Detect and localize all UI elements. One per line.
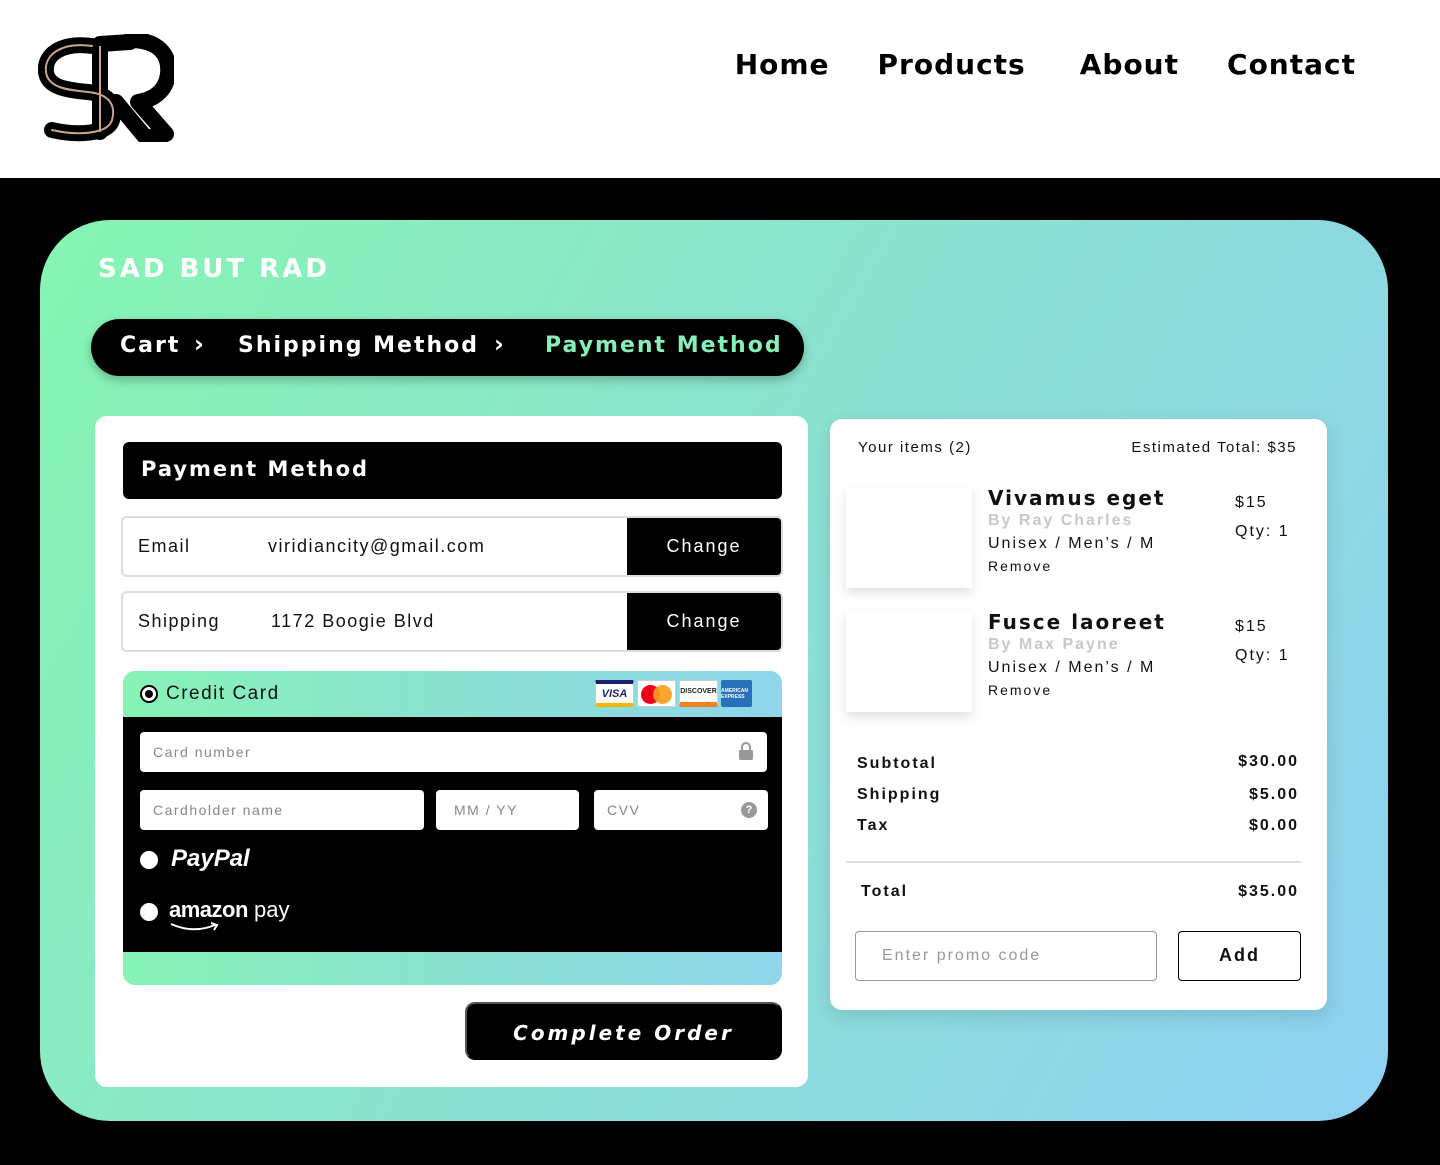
remove-item-link[interactable]: Remove: [988, 558, 1052, 574]
item-quantity[interactable]: Qty: 1: [1235, 647, 1290, 665]
nav-about[interactable]: About: [1080, 48, 1179, 81]
shipping-row: Shipping 1172 Boogie Blvd Change: [121, 591, 783, 652]
lock-icon: [739, 742, 753, 760]
brand-title: SAD BUT RAD: [98, 254, 330, 284]
payment-header-title: Payment Method: [141, 457, 370, 481]
item-name[interactable]: Fusce laoreet: [988, 610, 1166, 634]
paypal-radio[interactable]: [140, 851, 158, 869]
shipping-cost-value: $5.00: [1248, 786, 1299, 803]
credit-card-label: Credit Card: [166, 683, 280, 704]
payment-header: Payment Method: [123, 442, 782, 499]
nav-home[interactable]: Home: [735, 48, 830, 81]
help-icon[interactable]: ?: [741, 802, 757, 818]
credit-card-radio[interactable]: [140, 685, 158, 703]
product-thumbnail[interactable]: [846, 487, 972, 588]
cardholder-name-input[interactable]: Cardholder name: [140, 790, 424, 830]
cvv-placeholder: CVV: [607, 802, 641, 818]
payment-options: Credit Card VISA DISCOVER AMERICAN EXPRE…: [123, 671, 782, 985]
subtotal-label: Subtotal: [857, 755, 937, 772]
credit-card-option[interactable]: Credit Card VISA DISCOVER AMERICAN EXPRE…: [123, 671, 782, 717]
discover-icon: DISCOVER: [679, 680, 718, 707]
breadcrumb-payment: Payment Method: [545, 333, 783, 358]
card-number-placeholder: Card number: [153, 744, 252, 760]
expiry-input[interactable]: MM / YY: [436, 790, 579, 830]
sbr-logo[interactable]: [38, 34, 174, 142]
item-artist: By Ray Charles: [988, 512, 1134, 529]
amazon-pay-word: pay: [254, 897, 290, 922]
nav-contact[interactable]: Contact: [1227, 48, 1356, 81]
card-brands: VISA DISCOVER AMERICAN EXPRESS: [595, 680, 752, 707]
total-value: $35.00: [1238, 883, 1299, 900]
subtotal-value: $30.00: [1238, 753, 1299, 770]
add-promo-button[interactable]: Add: [1178, 931, 1301, 981]
order-summary: Your items (2) Estimated Total: $35 Viva…: [830, 419, 1327, 1010]
promo-code-placeholder: Enter promo code: [882, 947, 1042, 964]
email-row: Email viridiancity@gmail.com Change: [121, 516, 783, 577]
tax-value: $0.00: [1248, 817, 1299, 834]
checkout-panel: SAD BUT RAD Cart › Shipping Method › Pay…: [40, 220, 1388, 1121]
complete-order-button[interactable]: Complete Order: [465, 1002, 782, 1060]
product-thumbnail[interactable]: [846, 611, 972, 712]
amazon-pay-logo[interactable]: amazon pay: [169, 897, 290, 923]
chevron-right-icon: ›: [494, 330, 506, 358]
total-label: Total: [861, 883, 909, 900]
breadcrumb-shipping[interactable]: Shipping Method: [238, 333, 479, 358]
top-bar: Home Products About Contact: [0, 0, 1440, 178]
amex-icon: AMERICAN EXPRESS: [721, 680, 752, 707]
mastercard-icon: [637, 680, 676, 707]
estimated-total: Estimated Total: $35: [1131, 439, 1297, 456]
email-value: viridiancity@gmail.com: [268, 536, 486, 556]
remove-item-link[interactable]: Remove: [988, 682, 1052, 698]
cardholder-placeholder: Cardholder name: [153, 802, 284, 818]
items-count: Your items (2): [858, 439, 972, 456]
summary-divider: [846, 861, 1301, 863]
amazon-pay-radio[interactable]: [140, 903, 158, 921]
cvv-input[interactable]: CVV ?: [594, 790, 768, 830]
visa-icon: VISA: [595, 680, 634, 707]
chevron-right-icon: ›: [194, 330, 206, 358]
item-price: $15: [1235, 494, 1268, 511]
shipping-cost-label: Shipping: [857, 786, 942, 803]
nav-products[interactable]: Products: [878, 48, 1026, 81]
shipping-label: Shipping: [138, 611, 221, 631]
shipping-value: 1172 Boogie Blvd: [271, 611, 435, 631]
amazon-smile-icon: [170, 922, 219, 931]
item-quantity[interactable]: Qty: 1: [1235, 523, 1290, 541]
email-label: Email: [138, 536, 191, 556]
payment-card: Payment Method Email viridiancity@gmail.…: [95, 416, 808, 1087]
credit-card-form: Card number Cardholder name MM / YY CVV …: [123, 717, 782, 952]
card-number-input[interactable]: Card number: [140, 732, 767, 772]
item-name[interactable]: Vivamus eget: [988, 486, 1165, 510]
change-shipping-button[interactable]: Change: [627, 593, 781, 650]
breadcrumb-cart[interactable]: Cart: [120, 333, 180, 358]
amazon-pay-brand: amazon: [169, 897, 248, 922]
item-variant: Unisex / Men’s / M: [988, 535, 1156, 552]
change-email-button[interactable]: Change: [627, 518, 781, 575]
tax-label: Tax: [857, 817, 890, 834]
main-nav: Home Products About Contact: [735, 48, 1356, 81]
promo-code-input[interactable]: Enter promo code: [855, 931, 1157, 981]
item-price: $15: [1235, 618, 1268, 635]
item-artist: By Max Payne: [988, 636, 1120, 653]
breadcrumb: Cart › Shipping Method › Payment Method: [91, 319, 804, 376]
expiry-placeholder: MM / YY: [454, 802, 518, 818]
item-variant: Unisex / Men’s / M: [988, 659, 1156, 676]
paypal-logo[interactable]: PayPal: [171, 845, 250, 873]
